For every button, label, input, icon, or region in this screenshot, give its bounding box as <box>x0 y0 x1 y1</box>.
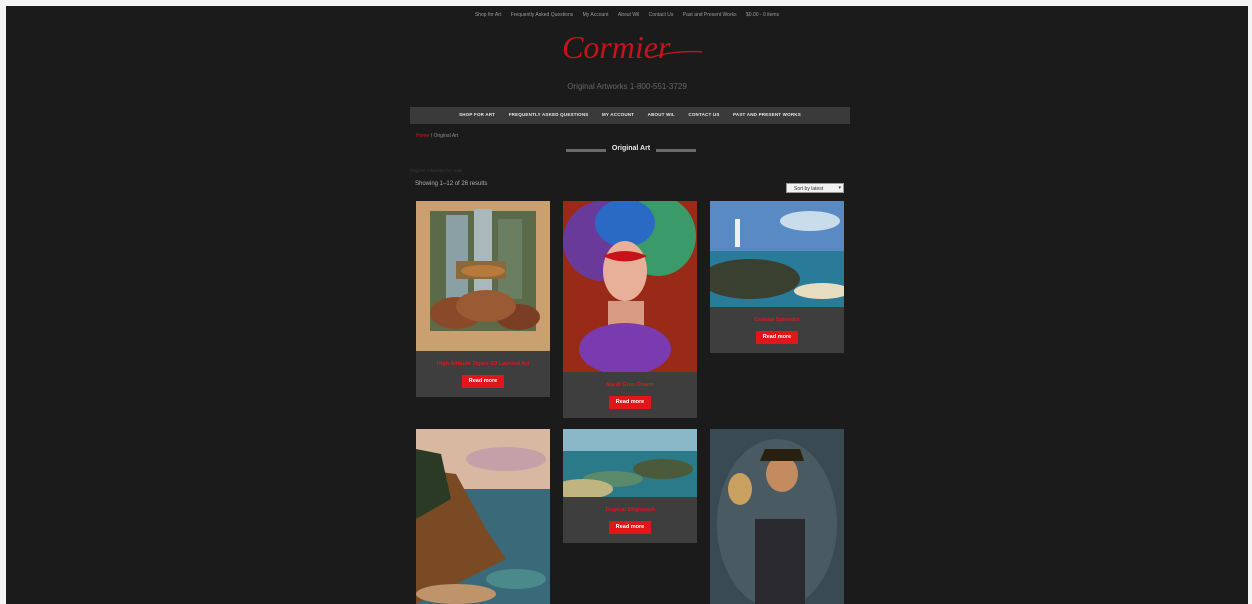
cart-total[interactable]: $0.00 - 0 items <box>746 12 779 18</box>
read-more-button[interactable]: Read more <box>609 521 651 534</box>
nav-past-present-works[interactable]: PAST AND PRESENT WORKS <box>733 112 801 117</box>
top-menu-about[interactable]: About Wil <box>618 12 639 18</box>
product-card[interactable] <box>416 429 550 604</box>
product-card[interactable]: Coastal Splendor Read more <box>710 201 844 353</box>
breadcrumb-current: / Original Art <box>429 133 459 139</box>
nav-contact-us[interactable]: CONTACT US <box>688 112 719 117</box>
sort-value: Sort by latest <box>794 186 824 192</box>
nav-my-account[interactable]: MY ACCOUNT <box>602 112 634 117</box>
product-card[interactable] <box>710 429 844 604</box>
top-menu-shop[interactable]: Shop for Art <box>475 12 501 18</box>
section-title: Original Art <box>566 145 696 157</box>
product-card[interactable]: High Altitude Tigers 3D Layered Art Read… <box>416 201 550 397</box>
sort-select[interactable]: Sort by latest ▾ <box>786 183 844 193</box>
product-title[interactable]: High Altitude Tigers 3D Layered Art <box>416 361 550 367</box>
top-menu-contact[interactable]: Contact Us <box>649 12 674 18</box>
product-image-tigers[interactable] <box>416 201 550 351</box>
product-image-pirate[interactable] <box>710 429 844 604</box>
top-menu: Shop for Art Frequently Asked Questions … <box>6 12 1248 18</box>
top-menu-account[interactable]: My Account <box>583 12 609 18</box>
read-more-button[interactable]: Read more <box>609 396 651 409</box>
product-title[interactable]: Tropical Shipwreck <box>563 507 697 513</box>
cormier-logo[interactable]: Cormier <box>554 28 704 72</box>
product-title[interactable]: Mardi Gras Charm <box>563 382 697 388</box>
product-image-mardi-gras[interactable] <box>563 201 697 372</box>
top-menu-works[interactable]: Past and Present Works <box>683 12 737 18</box>
nav-shop-for-art[interactable]: SHOP FOR ART <box>459 112 495 117</box>
product-image-seascape-cliffs[interactable] <box>416 429 550 604</box>
breadcrumb-home-link[interactable]: Home <box>416 133 429 139</box>
logo-text: Cormier <box>562 29 671 65</box>
title-divider-right <box>656 149 696 152</box>
chevron-down-icon: ▾ <box>838 185 841 191</box>
breadcrumb: Home / Original Art <box>416 133 458 139</box>
read-more-button[interactable]: Read more <box>756 331 798 344</box>
product-image-shipwreck[interactable] <box>563 429 697 497</box>
nav-about-wil[interactable]: ABOUT WIL <box>648 112 675 117</box>
product-card[interactable]: Mardi Gras Charm Read more <box>563 201 697 418</box>
tagline: Original Artworks 1-800-551-3729 <box>567 82 687 91</box>
page: Shop for Art Frequently Asked Questions … <box>6 6 1248 604</box>
product-image-coastal[interactable] <box>710 201 844 307</box>
result-count: Showing 1–12 of 26 results <box>415 181 488 187</box>
main-nav: SHOP FOR ART FREQUENTLY ASKED QUESTIONS … <box>410 107 850 124</box>
read-more-button[interactable]: Read more <box>462 375 504 388</box>
top-menu-faq[interactable]: Frequently Asked Questions <box>511 12 574 18</box>
nav-faq[interactable]: FREQUENTLY ASKED QUESTIONS <box>509 112 589 117</box>
product-card[interactable]: Tropical Shipwreck Read more <box>563 429 697 543</box>
product-title[interactable]: Coastal Splendor <box>710 317 844 323</box>
page-subtitle: Original Artworks For Sale <box>410 168 463 173</box>
